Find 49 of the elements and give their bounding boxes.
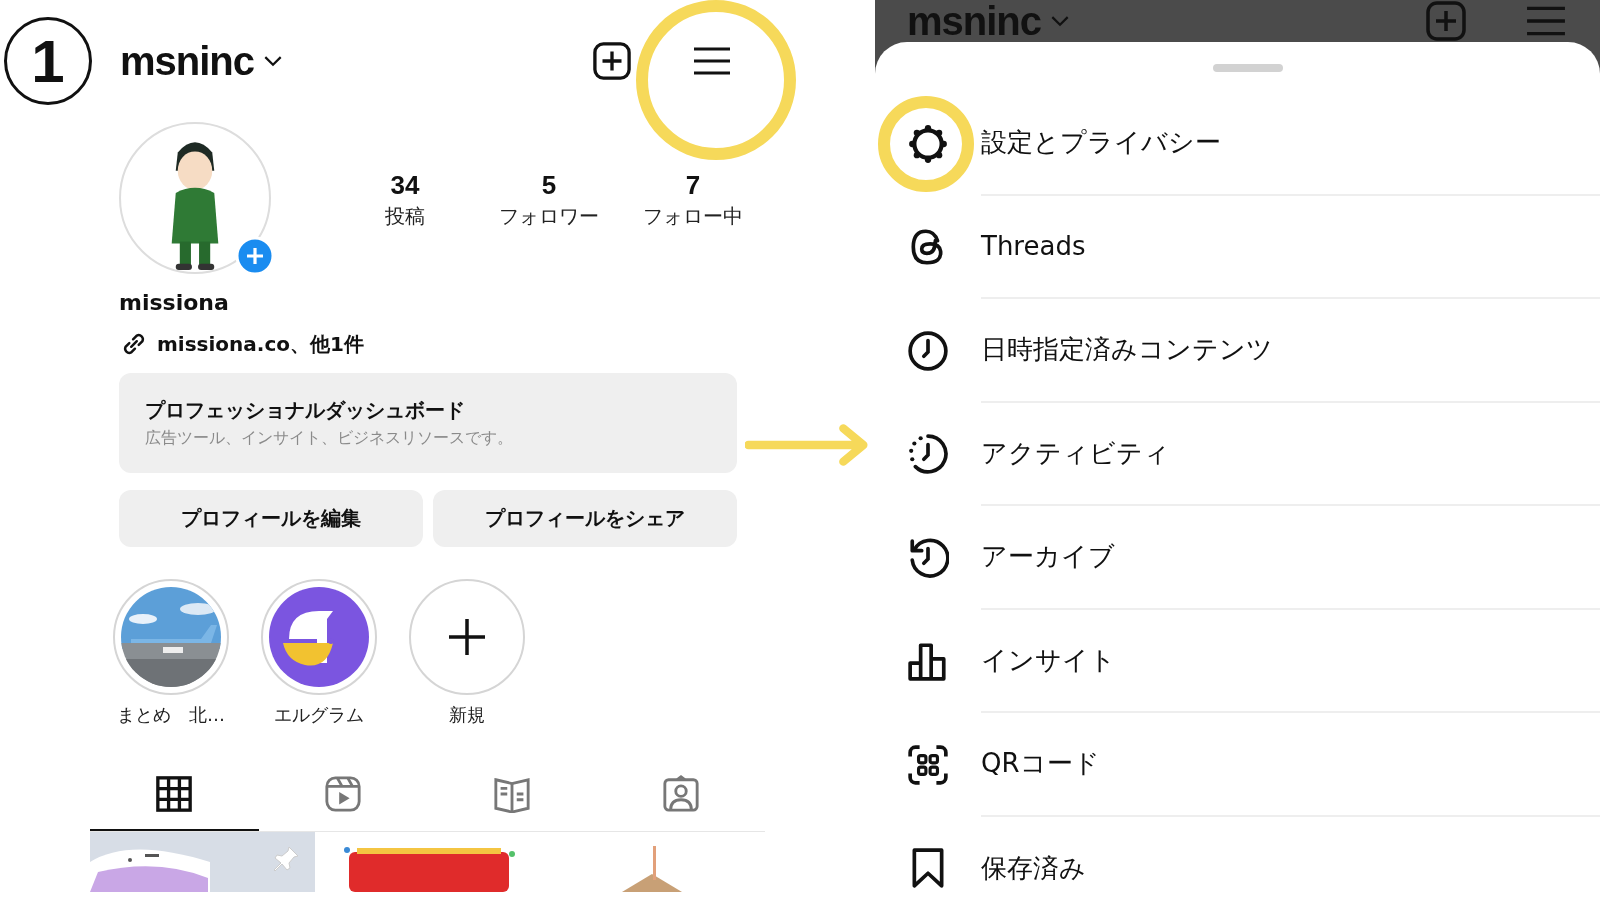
add-icon xyxy=(1426,1,1466,41)
highlight-label: エルグラム xyxy=(274,703,364,727)
dashboard-card[interactable]: プロフェッショナルダッシュボード 広告ツール、インサイト、ビジネスリソースです。 xyxy=(119,373,737,473)
menu-item[interactable]: 設定とプライバシー xyxy=(981,125,1221,161)
profile-button[interactable]: プロフィールをシェア xyxy=(433,490,737,547)
app-logo[interactable] xyxy=(261,579,377,695)
sheet-handle[interactable] xyxy=(1212,64,1283,72)
stat-label[interactable]: 投稿 xyxy=(385,203,425,230)
step-number: 1 xyxy=(4,17,92,105)
bar-chart-icon[interactable] xyxy=(907,640,949,683)
menu-item[interactable]: 保存済み xyxy=(981,850,1086,886)
tagged-person-icon xyxy=(661,775,700,813)
menu-icon[interactable] xyxy=(693,46,731,76)
reels-icon xyxy=(324,775,363,813)
menu-item[interactable]: アーカイブ xyxy=(981,539,1115,575)
menu-icon xyxy=(1526,5,1566,37)
menu-item[interactable]: インサイト xyxy=(981,642,1116,678)
stat-count[interactable]: 34 xyxy=(390,170,420,201)
activity-icon[interactable] xyxy=(907,433,949,476)
stat-label[interactable]: フォロワー xyxy=(499,203,599,230)
website-link[interactable]: missiona.co、他1件 xyxy=(157,330,364,358)
profile-button[interactable]: プロフィールを編集 xyxy=(119,490,423,547)
pin-icon xyxy=(271,844,301,874)
menu-item[interactable]: アクティビティ xyxy=(981,435,1170,471)
username: msninc xyxy=(907,0,1042,44)
avatar[interactable] xyxy=(119,122,271,274)
history-icon[interactable] xyxy=(907,536,949,579)
add-icon[interactable] xyxy=(593,42,631,80)
grid-icon xyxy=(155,775,194,813)
clock-icon[interactable] xyxy=(907,329,949,372)
settings-icon[interactable] xyxy=(907,122,949,165)
display-name: missiona xyxy=(119,290,230,315)
highlight-label: まとめ 北… xyxy=(117,703,225,727)
dashboard-title: プロフェッショナルダッシュボード xyxy=(145,397,466,424)
stat-count[interactable]: 7 xyxy=(685,170,701,201)
menu-item[interactable]: 日時指定済みコンテンツ xyxy=(981,332,1273,368)
chevron-down-icon[interactable] xyxy=(264,55,283,67)
menu-item[interactable]: Threads xyxy=(981,231,1086,262)
menu-item[interactable]: QRコード xyxy=(981,746,1100,782)
chevron-down-icon xyxy=(1051,15,1070,27)
stat-count[interactable]: 5 xyxy=(541,170,557,201)
dashboard-subtitle: 広告ツール、インサイト、ビジネスリソースです。 xyxy=(145,428,514,449)
add-story-icon[interactable] xyxy=(235,236,275,276)
new-highlight-button[interactable] xyxy=(409,579,525,695)
qr-code-icon[interactable] xyxy=(907,743,949,786)
stat-label[interactable]: フォロー中 xyxy=(643,203,743,230)
highlight-label: 新規 xyxy=(449,703,485,727)
username[interactable]: msninc xyxy=(120,38,255,84)
guide-icon xyxy=(492,775,531,813)
